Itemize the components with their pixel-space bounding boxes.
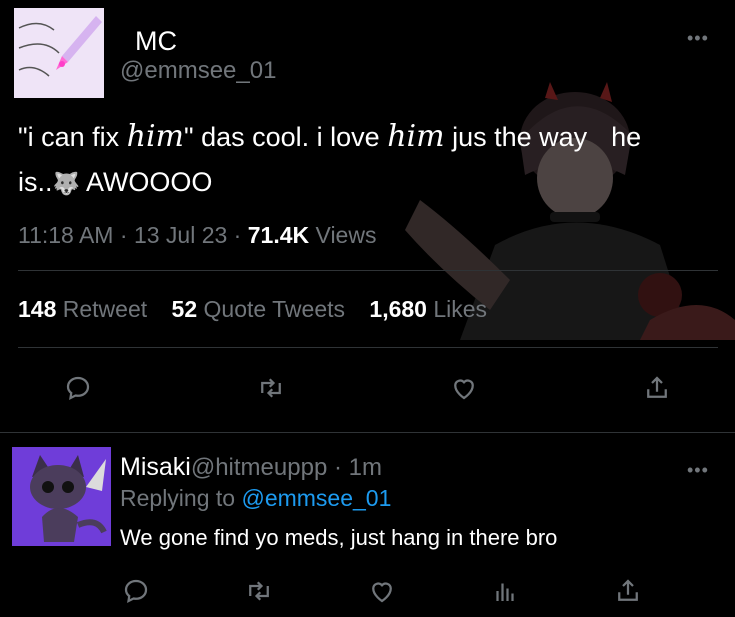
reply-retweet-button[interactable] (241, 573, 277, 609)
reply-share-button[interactable] (610, 573, 646, 609)
likes-stat[interactable]: 1,680 Likes (369, 296, 487, 322)
tweet-date[interactable]: 13 Jul 23 (134, 222, 227, 248)
reply-author-avatar[interactable] (12, 447, 111, 546)
divider (18, 270, 718, 271)
retweet-icon (261, 378, 281, 398)
tweet-text-line-2: is..🐺 AWOOOO (18, 167, 213, 197)
retweets-stat[interactable]: 148 Retweet (18, 296, 147, 322)
reply-reply-button[interactable] (118, 573, 154, 609)
wolf-emoji-icon: 🐺 (52, 171, 80, 196)
divider (18, 347, 718, 348)
reply-author-name[interactable]: Misaki (120, 453, 191, 481)
replying-to-handle[interactable]: @emmsee_01 (241, 485, 391, 511)
engagement-stats: 148 Retweet 52 Quote Tweets 1,680 Likes (18, 296, 487, 323)
share-icon (618, 579, 638, 601)
tweet-text-line-1: "i can fix him" das cool. i love him jus… (18, 119, 642, 154)
share-icon (647, 376, 667, 398)
reply-more-options-icon[interactable]: ••• (687, 460, 709, 481)
reply-author-handle[interactable]: @hitmeuppp (191, 454, 327, 481)
heart-icon (454, 379, 474, 400)
reply-time[interactable]: 1m (349, 454, 382, 481)
reply-text: We gone find yo meds, just hang in there… (120, 525, 558, 550)
retweet-button[interactable] (253, 370, 289, 406)
author-avatar[interactable] (14, 8, 104, 98)
quotes-stat[interactable]: 52 Quote Tweets (172, 296, 345, 322)
reply-like-button[interactable] (364, 573, 400, 609)
replying-to-line: Replying to @emmsee_01 (120, 485, 392, 511)
reply-author-line: Misaki@hitmeuppp · 1m (120, 453, 382, 481)
author-handle[interactable]: @emmsee_01 (120, 57, 276, 85)
separator (0, 432, 735, 433)
pen-writing-icon (14, 8, 104, 98)
retweet-icon (249, 581, 269, 601)
tweet-meta: 11:18 AM · 13 Jul 23 · 71.4K Views (18, 222, 377, 248)
tweet-time[interactable]: 11:18 AM (18, 222, 113, 248)
heart-icon (372, 582, 392, 603)
reply-icon (124, 579, 148, 603)
reply-icon (66, 376, 90, 400)
reply-analytics-button[interactable] (487, 573, 523, 609)
like-button[interactable] (446, 370, 482, 406)
views-count[interactable]: 71.4K (248, 222, 309, 248)
share-button[interactable] (639, 370, 675, 406)
reply-button[interactable] (60, 370, 96, 406)
tweet-text: "i can fix him" das cool. i love him jus… (18, 114, 735, 206)
more-options-icon[interactable]: ••• (687, 28, 709, 49)
author-name[interactable]: MC (135, 26, 177, 57)
cat-with-knife-icon (12, 447, 111, 546)
views-label[interactable]: Views (316, 222, 377, 248)
analytics-icon (496, 583, 514, 601)
